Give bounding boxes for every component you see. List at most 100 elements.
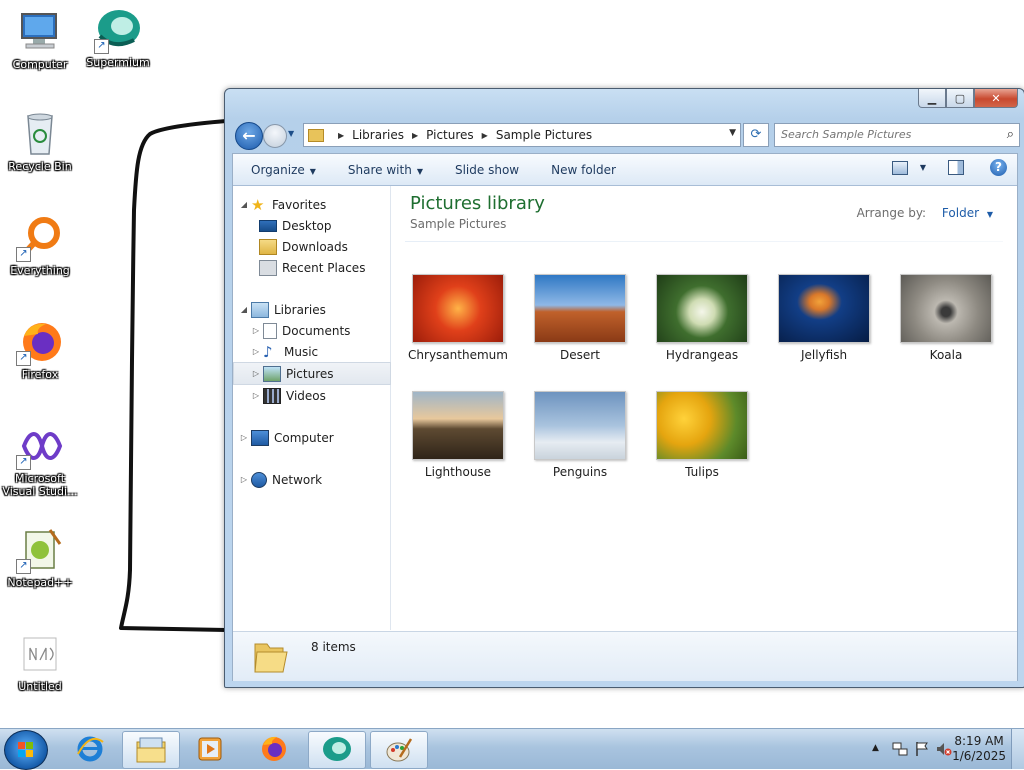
windows-logo-icon (18, 742, 34, 758)
navigation-pane: ◢ ★ Favorites Desktop Downloads Recent P… (233, 186, 391, 630)
computer-icon (16, 8, 64, 56)
file-item[interactable]: Desert (525, 274, 635, 362)
show-desktop-button[interactable] (1011, 729, 1024, 769)
nav-item-videos[interactable]: ▷ Videos (233, 385, 390, 406)
breadcrumb-libraries[interactable]: Libraries (352, 128, 404, 142)
desktop-icon-untitled[interactable]: Untitled (0, 630, 80, 693)
search-box[interactable]: ⌕ (774, 123, 1020, 147)
breadcrumb-sample-pictures[interactable]: Sample Pictures (496, 128, 592, 142)
file-name: Hydrangeas (665, 348, 739, 362)
shortcut-arrow-icon: ↗ (16, 559, 31, 574)
expand-arrow-icon[interactable]: ▷ (251, 369, 261, 378)
file-item[interactable]: Lighthouse (403, 391, 513, 479)
taskbar-firefox[interactable] (246, 731, 302, 767)
taskbar-media-player[interactable] (182, 731, 238, 767)
nav-item-recent-places[interactable]: Recent Places (233, 257, 390, 278)
refresh-button[interactable]: ⟳ (743, 123, 769, 147)
file-item[interactable]: Tulips (647, 391, 757, 479)
expand-arrow-icon[interactable]: ▷ (251, 326, 261, 335)
maximize-button[interactable]: ▢ (946, 89, 974, 108)
expand-arrow-icon[interactable]: ▷ (251, 347, 261, 356)
collapse-arrow-icon[interactable]: ◢ (239, 305, 249, 314)
breadcrumb-pictures[interactable]: Pictures (426, 128, 474, 142)
start-button[interactable] (4, 730, 48, 770)
back-button[interactable]: ← (235, 122, 263, 150)
nav-item-music[interactable]: ▷ ♪ Music (233, 341, 390, 362)
desktop-icon-supermium[interactable]: ↗ Supermium (78, 6, 158, 69)
network-icon (251, 471, 267, 488)
file-item[interactable]: Penguins (525, 391, 635, 479)
preview-pane-icon[interactable] (948, 160, 964, 175)
notification-area: ▲ 8:19 AM 1/6/2025 (834, 729, 1024, 769)
address-dropdown-icon[interactable]: ▼ (729, 128, 736, 138)
collapse-arrow-icon[interactable]: ◢ (239, 200, 249, 209)
share-with-label: Share with (347, 162, 412, 177)
nav-item-label: Computer (274, 430, 334, 445)
desktop-icon-visual-studio[interactable]: ↗ Microsoft Visual Studi... (0, 422, 80, 498)
chevron-down-icon[interactable]: ▼ (987, 210, 993, 219)
slide-show-button[interactable]: Slide show (437, 163, 533, 177)
desktop-icon-notepad-plus-plus[interactable]: ↗ Notepad++ (0, 526, 80, 589)
chevron-down-icon: ▼ (416, 166, 423, 176)
star-icon: ★ (251, 195, 265, 214)
taskbar-internet-explorer[interactable] (62, 731, 118, 767)
action-center-flag-icon[interactable] (914, 741, 930, 757)
nav-item-documents[interactable]: ▷ Documents (233, 320, 390, 341)
file-item[interactable]: Hydrangeas (647, 274, 757, 362)
share-with-button[interactable]: Share with ▼ (330, 163, 437, 177)
desktop-icon-label: Untitled (18, 680, 62, 693)
recent-pages-dropdown[interactable]: ▼ (288, 129, 294, 138)
file-name: Tulips (685, 465, 719, 479)
search-icon[interactable]: ⌕ (1007, 127, 1014, 142)
nav-item-pictures[interactable]: ▷ Pictures (233, 362, 391, 385)
nav-item-downloads[interactable]: Downloads (233, 236, 390, 257)
close-button[interactable]: ✕ (974, 89, 1018, 108)
system-clock[interactable]: 8:19 AM 1/6/2025 (952, 734, 1006, 764)
file-name: Lighthouse (424, 465, 492, 479)
taskbar-paint[interactable] (370, 731, 428, 769)
new-folder-button[interactable]: New folder (533, 163, 630, 177)
chevron-right-icon[interactable]: ▶ (482, 131, 488, 140)
expand-arrow-icon[interactable]: ▷ (239, 433, 249, 442)
taskbar-supermium[interactable] (308, 731, 366, 769)
breadcrumb[interactable]: ▶ Libraries ▶ Pictures ▶ Sample Pictures… (303, 123, 741, 147)
change-view-icon[interactable] (891, 160, 908, 175)
nav-item-label: Network (272, 472, 323, 487)
show-hidden-icons-button[interactable]: ▲ (872, 743, 879, 753)
search-input[interactable] (775, 124, 991, 144)
minimize-button[interactable]: ▁ (918, 89, 946, 108)
folder-icon (308, 128, 324, 142)
address-row: ← ▼ ▶ Libraries ▶ Pictures ▶ Sample Pict… (233, 121, 1020, 150)
network-status-icon[interactable] (892, 741, 908, 757)
file-item[interactable]: Koala (891, 274, 1001, 362)
view-options-dropdown[interactable]: ▼ (920, 163, 926, 172)
image-thumbnail (534, 391, 626, 460)
nav-item-favorites[interactable]: ◢ ★ Favorites (233, 194, 390, 215)
organize-button[interactable]: Organize ▼ (233, 163, 330, 177)
arrange-by-value[interactable]: Folder (942, 206, 979, 220)
desktop-icon-computer[interactable]: Computer (0, 8, 80, 71)
desktop-icon-firefox[interactable]: ↗ Firefox (0, 318, 80, 381)
nav-item-computer[interactable]: ▷ Computer (233, 427, 390, 448)
expand-arrow-icon[interactable]: ▷ (251, 391, 261, 400)
forward-button[interactable] (263, 124, 287, 148)
chevron-down-icon: ▼ (309, 166, 316, 176)
nav-item-label: Libraries (274, 302, 326, 317)
command-bar: Organize ▼ Share with ▼ Slide show New fol… (233, 154, 1017, 186)
nav-item-libraries[interactable]: ◢ Libraries (233, 299, 390, 320)
divider (405, 241, 1003, 242)
desktop-icon-everything[interactable]: ↗ Everything (0, 214, 80, 277)
paint-palette-icon (386, 738, 413, 762)
desktop-icon-recycle-bin[interactable]: Recycle Bin (0, 110, 80, 173)
chevron-right-icon[interactable]: ▶ (412, 131, 418, 140)
volume-muted-icon[interactable] (936, 741, 952, 757)
chevron-right-icon[interactable]: ▶ (338, 131, 344, 140)
taskbar-windows-explorer[interactable] (122, 731, 180, 769)
nav-item-desktop[interactable]: Desktop (233, 215, 390, 236)
expand-arrow-icon[interactable]: ▷ (239, 475, 249, 484)
file-item[interactable]: Jellyfish (769, 274, 879, 362)
image-thumbnail (412, 274, 504, 343)
help-icon[interactable]: ? (990, 159, 1007, 176)
file-item[interactable]: Chrysanthemum (403, 274, 513, 362)
nav-item-network[interactable]: ▷ Network (233, 469, 390, 490)
